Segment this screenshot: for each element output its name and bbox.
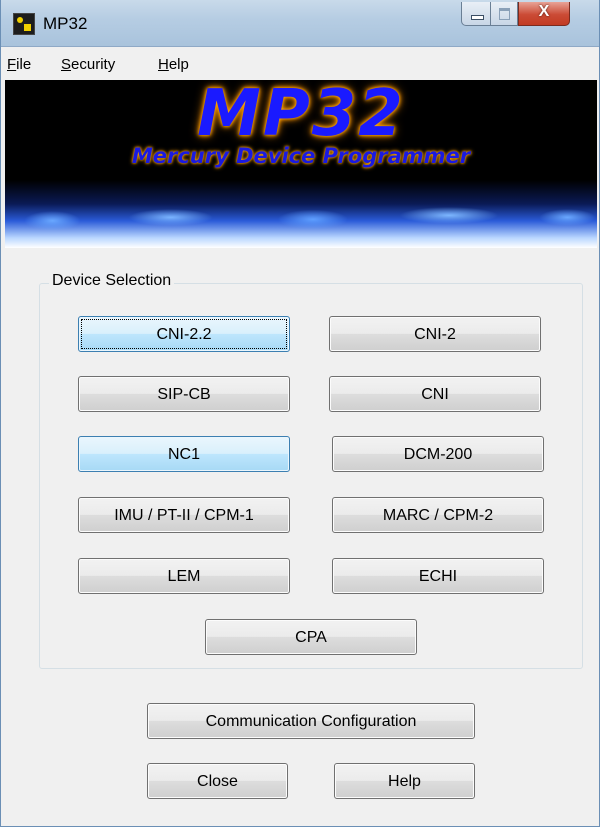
- device-button-lem[interactable]: LEM: [78, 558, 290, 594]
- title-bar[interactable]: MP32 X: [1, 0, 599, 47]
- menu-file[interactable]: File: [7, 56, 31, 73]
- close-window-button[interactable]: X: [518, 2, 570, 26]
- menu-security-accelerator: S: [61, 56, 72, 73]
- device-button-imu-pt-ii-cpm-1[interactable]: IMU / PT-II / CPM-1: [78, 497, 290, 533]
- help-button[interactable]: Help: [334, 763, 475, 799]
- menu-bar: File Security Help: [1, 53, 599, 76]
- close-button[interactable]: Close: [147, 763, 288, 799]
- menu-file-accelerator: F: [7, 56, 17, 73]
- device-button-marc-cpm-2[interactable]: MARC / CPM-2: [332, 497, 544, 533]
- minimize-button[interactable]: [461, 2, 491, 26]
- window-title: MP32: [43, 14, 88, 33]
- menu-help-accelerator: H: [158, 56, 169, 73]
- device-button-cpa[interactable]: CPA: [205, 619, 417, 655]
- device-button-cni-2[interactable]: CNI-2: [329, 316, 541, 352]
- device-button-dcm-200[interactable]: DCM-200: [332, 436, 544, 472]
- menu-security-label: ecurity: [71, 56, 116, 73]
- banner-subtitle: Mercury Device Programmer: [131, 144, 471, 168]
- device-button-nc1[interactable]: NC1: [78, 436, 290, 472]
- menu-help[interactable]: Help: [158, 56, 189, 73]
- banner-flame-graphic: [5, 180, 597, 248]
- mp32-app-icon[interactable]: [13, 13, 35, 35]
- device-button-cni-2-2[interactable]: CNI-2.2: [78, 316, 290, 352]
- device-button-echi[interactable]: ECHI: [332, 558, 544, 594]
- menu-security[interactable]: Security: [61, 56, 115, 73]
- banner-title: MP32: [197, 80, 405, 151]
- app-window: MP32 X File Security Help MP32 Mercury D…: [0, 0, 600, 827]
- menu-file-label: ile: [16, 56, 32, 73]
- banner-logo: MP32 Mercury Device Programmer: [5, 80, 597, 248]
- maximize-icon: [499, 8, 510, 20]
- device-button-sip-cb[interactable]: SIP-CB: [78, 376, 290, 412]
- communication-configuration-button[interactable]: Communication Configuration: [147, 703, 475, 739]
- device-selection-label: Device Selection: [49, 272, 175, 290]
- close-icon: X: [538, 3, 550, 20]
- menu-help-label: elp: [168, 56, 189, 73]
- device-button-cni[interactable]: CNI: [329, 376, 541, 412]
- minimize-icon: [471, 15, 484, 20]
- maximize-button: [491, 2, 518, 26]
